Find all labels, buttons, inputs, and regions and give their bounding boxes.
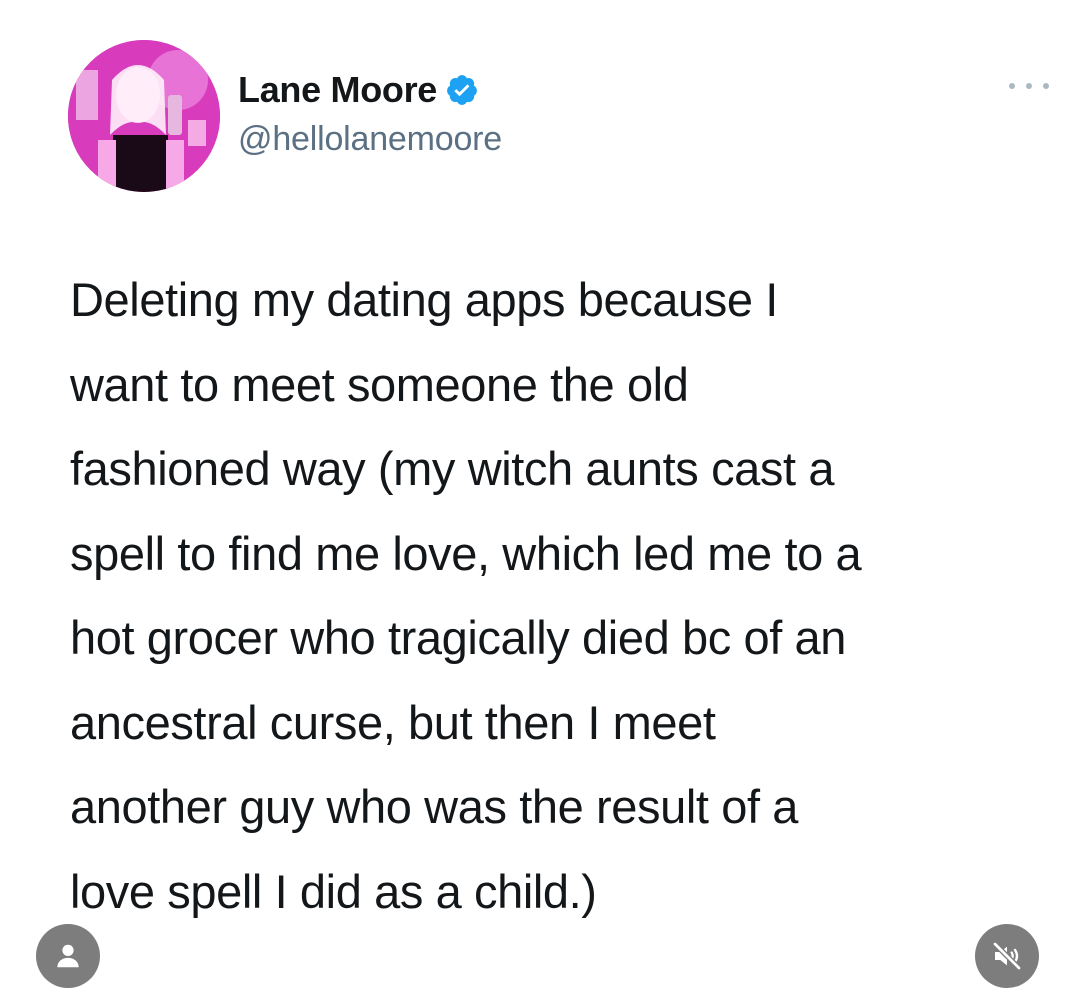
tweet-line: another guy who was the result of a [70, 780, 798, 833]
user-icon [57, 944, 79, 968]
avatar[interactable] [68, 40, 220, 192]
verified-badge-icon [445, 73, 479, 107]
more-dot [1009, 83, 1015, 89]
more-options-icon[interactable] [1009, 76, 1049, 96]
tweet-line: want to meet someone the old [70, 357, 689, 411]
tweet-line: ancestral curse, but then I meet [70, 695, 716, 749]
tweet-line: Deleting my dating apps because I [70, 273, 778, 326]
tweet-line: fashioned way (my witch aunts cast a [70, 442, 835, 495]
tweet-line: love spell I did as a child.) [70, 864, 597, 918]
author-name-row: Lane Moore [238, 68, 479, 112]
tweet-line: hot grocer who tragically died bc of an [70, 611, 847, 664]
author-display-name[interactable]: Lane Moore [238, 69, 437, 111]
muted-speaker-icon [992, 941, 1022, 971]
author-handle[interactable]: @hellolanemoore [238, 120, 502, 159]
tweet-text: Deleting my dating apps because I want t… [70, 258, 1060, 934]
tweet-line: spell to find me love, which led me to a [70, 526, 862, 580]
avatar-photo [68, 40, 220, 192]
user-tags-button[interactable] [36, 924, 100, 988]
more-dot [1026, 83, 1032, 89]
mute-toggle-button[interactable] [975, 924, 1039, 988]
more-dot [1043, 83, 1049, 89]
